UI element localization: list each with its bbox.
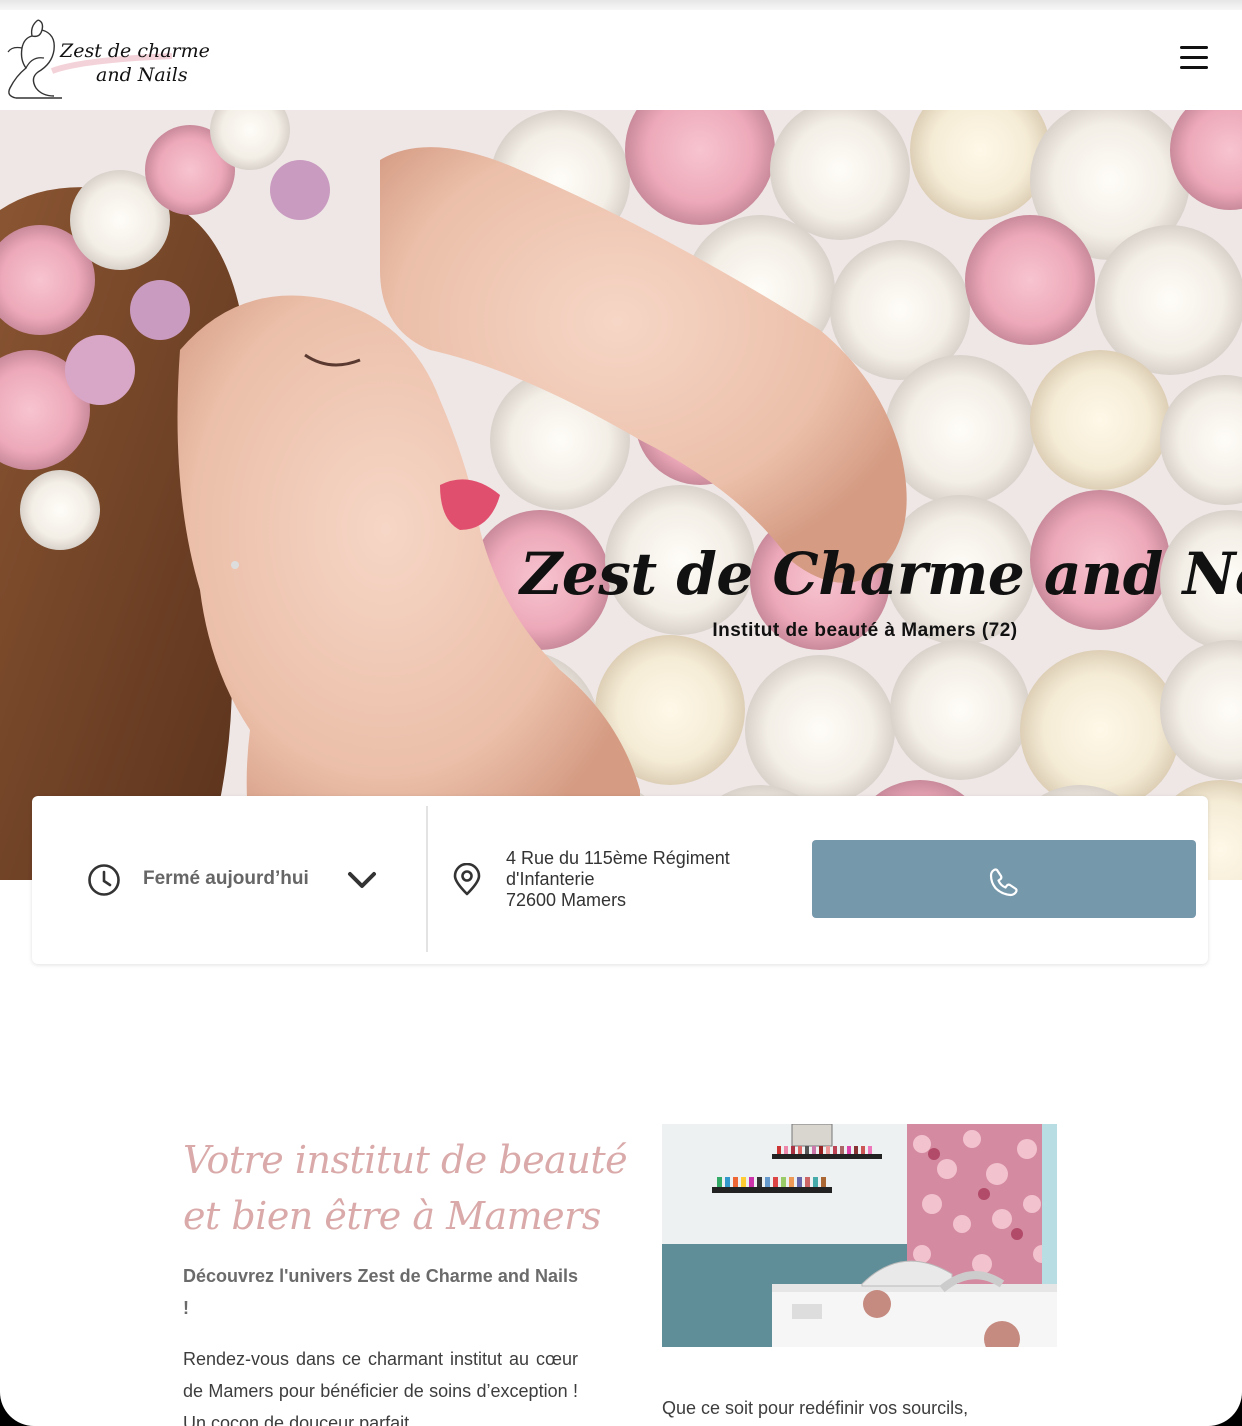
- logo-text-line1: Zest de charme: [60, 40, 210, 62]
- info-card: Fermé aujourd’hui 4 Rue du 115ème Régime…: [32, 796, 1208, 964]
- page: Zest de charme and Nails Zest de Charme …: [0, 0, 1242, 1426]
- intro-body: Rendez-vous dans ce charmant institut au…: [183, 1349, 578, 1426]
- phone-icon: [989, 868, 1018, 897]
- hours-status: Fermé aujourd’hui: [143, 868, 309, 889]
- site-logo[interactable]: Zest de charme and Nails: [2, 16, 210, 102]
- address-line1: 4 Rue du 115ème Régiment: [506, 848, 730, 868]
- intro-heading-line1: Votre institut de beauté: [183, 1138, 628, 1182]
- opening-hours-toggle[interactable]: Fermé aujourd’hui: [32, 796, 426, 964]
- clock-icon: [88, 864, 120, 896]
- intro-heading-line2: et bien être à Mamers: [183, 1194, 601, 1238]
- salon-photo: [662, 1124, 1057, 1347]
- hero-title: Zest de Charme and Nails: [520, 540, 1242, 608]
- map-pin-icon: [453, 863, 481, 896]
- intro-heading: Votre institut de beauté et bien être à …: [183, 1132, 628, 1244]
- card-divider: [426, 806, 428, 952]
- hero-flowers-image: [0, 110, 1242, 880]
- intro-lead: Découvrez l'univers Zest de Charme and N…: [183, 1266, 578, 1318]
- hero-subtitle: Institut de beauté à Mamers (72): [712, 620, 1018, 641]
- chevron-down-icon: [348, 872, 376, 888]
- hero-banner: Zest de Charme and Nails Institut de bea…: [0, 110, 1242, 880]
- hamburger-menu-icon[interactable]: [1178, 44, 1212, 72]
- intro-right-text: Que ce soit pour redéfinir vos sourcils,: [662, 1398, 969, 1418]
- logo-text-line2: and Nails: [96, 64, 188, 86]
- browser-top-strip: [0, 0, 1242, 10]
- address-line2: d'Infanterie: [506, 869, 595, 889]
- address-line3: 72600 Mamers: [506, 890, 627, 910]
- site-header: Zest de charme and Nails: [0, 10, 1242, 110]
- call-button[interactable]: [812, 840, 1196, 918]
- address[interactable]: 4 Rue du 115ème Régiment d'Infanterie 72…: [506, 848, 730, 911]
